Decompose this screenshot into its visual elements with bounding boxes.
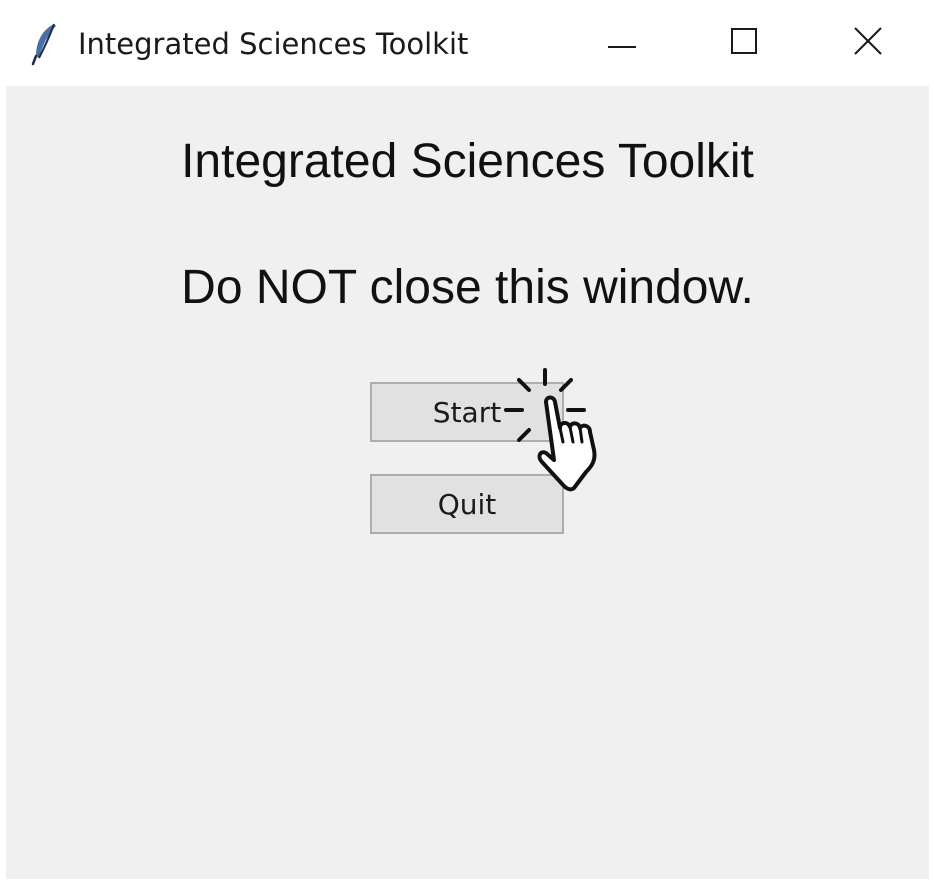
app-window: Integrated Sciences Toolkit Integrated S… <box>0 0 935 885</box>
maximize-icon <box>730 27 758 59</box>
close-icon <box>853 26 883 60</box>
minimize-button[interactable] <box>560 0 684 86</box>
title-bar[interactable]: Integrated Sciences Toolkit <box>0 0 935 86</box>
feather-icon <box>30 22 62 66</box>
start-button[interactable]: Start <box>370 382 564 442</box>
app-heading: Integrated Sciences Toolkit <box>181 135 754 188</box>
warning-message: Do NOT close this window. <box>181 261 754 314</box>
minimize-icon <box>607 34 637 53</box>
window-title: Integrated Sciences Toolkit <box>78 27 469 61</box>
client-area: Integrated Sciences Toolkit Do NOT close… <box>6 86 929 879</box>
maximize-button[interactable] <box>682 0 806 86</box>
close-button[interactable] <box>806 0 930 86</box>
quit-button[interactable]: Quit <box>370 474 564 534</box>
